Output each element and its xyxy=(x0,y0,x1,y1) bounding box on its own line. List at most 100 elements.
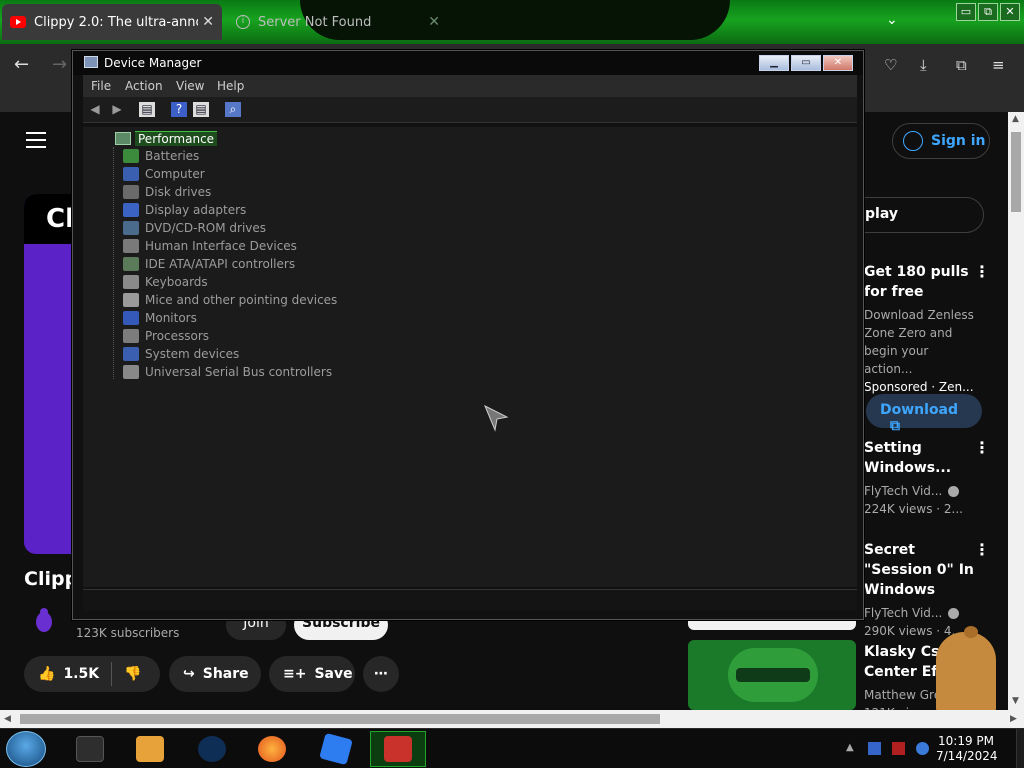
start-button[interactable] xyxy=(6,731,46,767)
device-category-node[interactable]: DVD/CD-ROM drives xyxy=(123,220,266,236)
tray-expand-icon[interactable]: ▲ xyxy=(846,742,859,755)
clock[interactable]: 10:19 PM 7/14/2024 xyxy=(936,734,998,764)
device-category-node[interactable]: Human Interface Devices xyxy=(123,238,297,254)
divider xyxy=(111,662,113,686)
close-button[interactable]: ✕ xyxy=(1000,3,1020,21)
scroll-up-icon[interactable]: ▲ xyxy=(1012,114,1019,124)
tab-close-icon[interactable]: ✕ xyxy=(202,14,214,30)
device-category-node[interactable]: Universal Serial Bus controllers xyxy=(123,364,332,380)
tree-root[interactable]: Performance xyxy=(115,130,218,146)
maximize-button[interactable]: ▭ xyxy=(791,55,821,71)
device-category-node[interactable]: Batteries xyxy=(123,148,199,164)
properties-icon[interactable]: ▤ xyxy=(193,102,209,117)
scrollbar-thumb[interactable] xyxy=(20,714,660,724)
device-category-node[interactable]: Display adapters xyxy=(123,202,246,218)
scroll-down-icon[interactable]: ▼ xyxy=(1012,696,1019,706)
restore-button[interactable]: ⧉ xyxy=(978,3,998,21)
tab-clippy[interactable]: Clippy 2.0: The ultra-annoying ✕ xyxy=(2,4,222,40)
horizontal-scrollbar[interactable]: ◀ ▶ xyxy=(0,710,1024,728)
firefox-icon xyxy=(258,736,286,762)
back-arrow-icon[interactable]: ← xyxy=(14,54,29,75)
tree-connector xyxy=(113,147,114,379)
scroll-left-icon[interactable]: ◀ xyxy=(4,714,11,724)
taskbar-app-globe[interactable] xyxy=(184,731,240,767)
taskbar-app-roblox[interactable] xyxy=(308,731,364,767)
hamster-ear xyxy=(964,626,978,638)
clock-time: 10:19 PM xyxy=(938,734,994,748)
menu-icon[interactable]: ≡ xyxy=(992,56,1005,74)
like-count[interactable]: 1.5K xyxy=(63,666,99,682)
thumbs-up-icon[interactable]: 👍 xyxy=(38,666,55,682)
device-category-node[interactable]: Disk drives xyxy=(123,184,211,200)
menu-file[interactable]: File xyxy=(91,79,111,93)
device-manager-title-bar[interactable]: Device Manager ▁ ▭ ✕ xyxy=(73,51,863,75)
vertical-scrollbar[interactable]: ▲ ▼ xyxy=(1008,112,1024,710)
external-link-icon: ⧉ xyxy=(890,418,900,434)
device-category-node[interactable]: Monitors xyxy=(123,310,197,326)
sidebar-video-channel: FlyTech Vid... xyxy=(864,484,943,498)
kebab-menu-icon[interactable]: ⋮ xyxy=(974,262,990,281)
download-icon[interactable]: ⤓ xyxy=(920,56,927,74)
volume-icon[interactable] xyxy=(916,742,929,755)
kebab-menu-icon[interactable]: ⋮ xyxy=(974,438,990,457)
window-title: Device Manager xyxy=(104,56,202,70)
taskbar-app-terminal[interactable] xyxy=(62,731,118,767)
device-category-icon xyxy=(123,275,139,289)
sidebar-ad[interactable]: Get 180 pulls for free Download Zenless … xyxy=(864,262,990,396)
minimize-button[interactable]: ▁ xyxy=(759,55,789,71)
desktop: Clippy 2.0: The ultra-annoying ✕ i Serve… xyxy=(0,0,1024,768)
forward-arrow-icon[interactable]: → xyxy=(52,54,67,75)
scroll-right-icon[interactable]: ▶ xyxy=(1010,714,1017,724)
kebab-menu-icon[interactable]: ⋮ xyxy=(974,540,990,559)
menu-view[interactable]: View xyxy=(176,79,204,93)
taskbar-app-firefox[interactable] xyxy=(244,731,300,767)
tab-server-not-found[interactable]: i Server Not Found ✕ xyxy=(228,4,448,40)
device-category-label: Keyboards xyxy=(145,275,208,289)
device-category-node[interactable]: System devices xyxy=(123,346,239,362)
thumbs-down-icon[interactable]: 👎 xyxy=(124,666,141,682)
extensions-icon[interactable]: ⧉ xyxy=(956,56,967,74)
action-center-icon[interactable] xyxy=(892,742,905,755)
tab-close-icon[interactable]: ✕ xyxy=(428,14,440,30)
device-category-node[interactable]: Mice and other pointing devices xyxy=(123,292,337,308)
taskbar-app-media-player[interactable] xyxy=(122,731,178,767)
channel-avatar-icon[interactable] xyxy=(32,606,56,634)
device-category-icon xyxy=(123,185,139,199)
tab-list-chevron-icon[interactable]: ⌄ xyxy=(886,12,898,28)
sidebar-ad-description: Download Zenless Zone Zero and begin you… xyxy=(864,308,974,376)
menu-action[interactable]: Action xyxy=(125,79,163,93)
show-desktop-button[interactable] xyxy=(1016,729,1024,768)
device-category-icon xyxy=(123,167,139,181)
device-category-node[interactable]: Processors xyxy=(123,328,209,344)
save-button[interactable]: ≡+ Save xyxy=(269,656,355,692)
device-category-label: Display adapters xyxy=(145,203,247,217)
device-category-icon xyxy=(123,347,139,361)
network-icon[interactable] xyxy=(868,742,881,755)
download-ad-button[interactable]: Download ⧉ xyxy=(866,394,982,434)
device-category-label: Computer xyxy=(145,167,205,181)
help-icon[interactable]: ? xyxy=(171,102,187,117)
forward-arrow-icon[interactable]: ▶ xyxy=(109,102,125,117)
device-manager-icon xyxy=(84,56,98,68)
sidebar-video-item[interactable]: Setting Windows... FlyTech Vid... 224K v… xyxy=(864,438,990,518)
ad-play-button[interactable]: play xyxy=(848,197,984,233)
taskbar-app-device-manager[interactable] xyxy=(370,731,426,767)
menu-help[interactable]: Help xyxy=(217,79,244,93)
video-thumbnail[interactable] xyxy=(688,640,856,710)
scrollbar-thumb[interactable] xyxy=(1011,132,1021,212)
device-category-node[interactable]: IDE ATA/ATAPI controllers xyxy=(123,256,295,272)
share-button[interactable]: ↪ Share xyxy=(169,656,261,692)
sidebar-video-item[interactable]: Secret "Session 0" In Windows FlyTech Vi… xyxy=(864,540,990,640)
device-category-node[interactable]: Computer xyxy=(123,166,205,182)
pocket-icon[interactable]: ♡ xyxy=(884,56,897,74)
back-arrow-icon[interactable]: ◀ xyxy=(87,102,103,117)
sign-in-button[interactable]: Sign in xyxy=(892,123,990,159)
scan-hardware-icon[interactable]: ⌕ xyxy=(225,102,241,117)
show-hide-tree-icon[interactable]: ▤ xyxy=(139,102,155,117)
more-actions-button[interactable]: ⋯ xyxy=(363,656,399,692)
device-category-node[interactable]: Keyboards xyxy=(123,274,208,290)
device-tree: Performance Batteries Computer Disk drives… xyxy=(83,127,857,587)
hamburger-menu-icon[interactable] xyxy=(26,132,46,148)
close-button[interactable]: ✕ xyxy=(823,55,853,71)
minimize-button[interactable]: ▭ xyxy=(956,3,976,21)
